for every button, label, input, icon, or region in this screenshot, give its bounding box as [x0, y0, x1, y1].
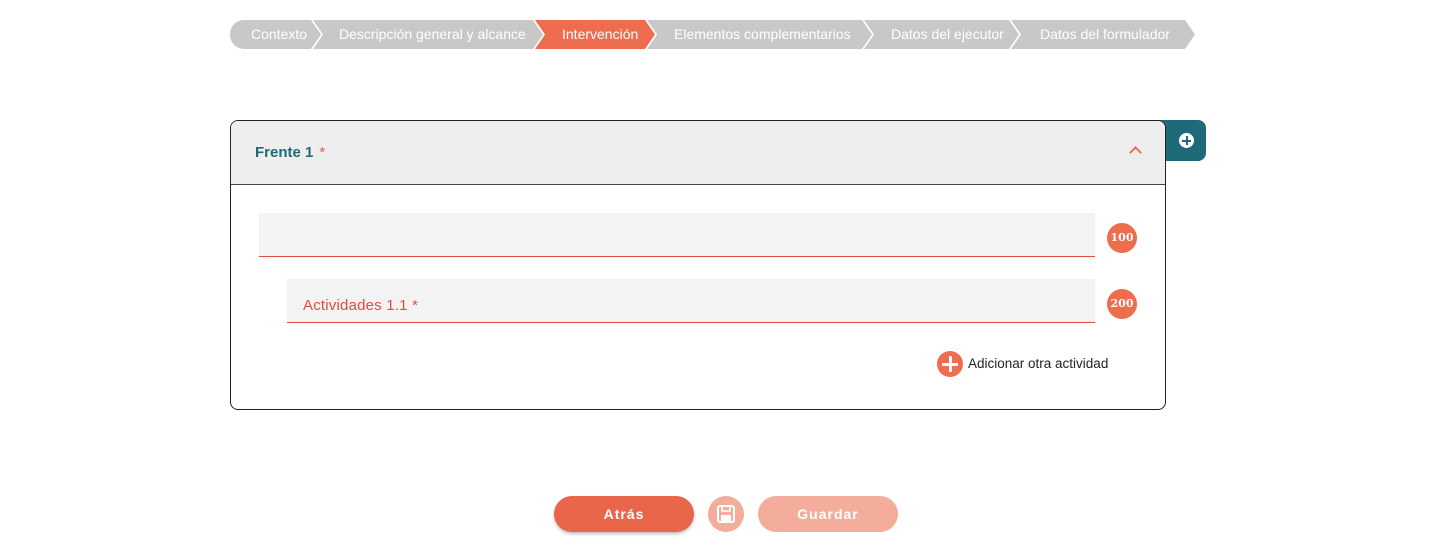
required-mark: *: [319, 144, 326, 161]
save-draft-button[interactable]: [708, 496, 744, 532]
frente-title: Frente 1 *: [255, 144, 325, 161]
frente-name-input[interactable]: [259, 213, 1095, 257]
chevron-up-icon[interactable]: [1129, 146, 1142, 159]
back-button[interactable]: Atrás: [554, 496, 694, 532]
char-counter-actividad: 200: [1107, 289, 1137, 319]
frente-panel: Frente 1 * 100 Actividades 1.1 * 200 Adic…: [230, 120, 1166, 410]
step-intervencion[interactable]: Intervención: [535, 20, 655, 49]
frente-panel-header[interactable]: Frente 1 *: [231, 121, 1165, 185]
step-elementos-complementarios[interactable]: Elementos complementarios: [647, 20, 872, 49]
floppy-disk-icon: [717, 505, 735, 523]
step-datos-formulador[interactable]: Datos del formulador: [1011, 20, 1195, 49]
save-button[interactable]: Guardar: [758, 496, 898, 532]
actividad-input[interactable]: Actividades 1.1 *: [287, 279, 1095, 323]
step-contexto[interactable]: Contexto: [230, 20, 321, 49]
step-descripcion-general[interactable]: Descripción general y alcance: [313, 20, 543, 49]
actividad-label: Actividades 1.1 *: [303, 297, 419, 314]
add-activity-label: Adicionar otra actividad: [968, 356, 1109, 371]
step-datos-ejecutor[interactable]: Datos del ejecutor: [864, 20, 1019, 49]
plus-circle-icon: [1179, 133, 1194, 148]
plus-circle-icon: [937, 351, 963, 377]
frente-title-text: Frente 1: [255, 144, 314, 161]
progress-stepper: Contexto Descripción general y alcance I…: [230, 20, 1195, 49]
char-counter-frente: 100: [1107, 223, 1137, 253]
